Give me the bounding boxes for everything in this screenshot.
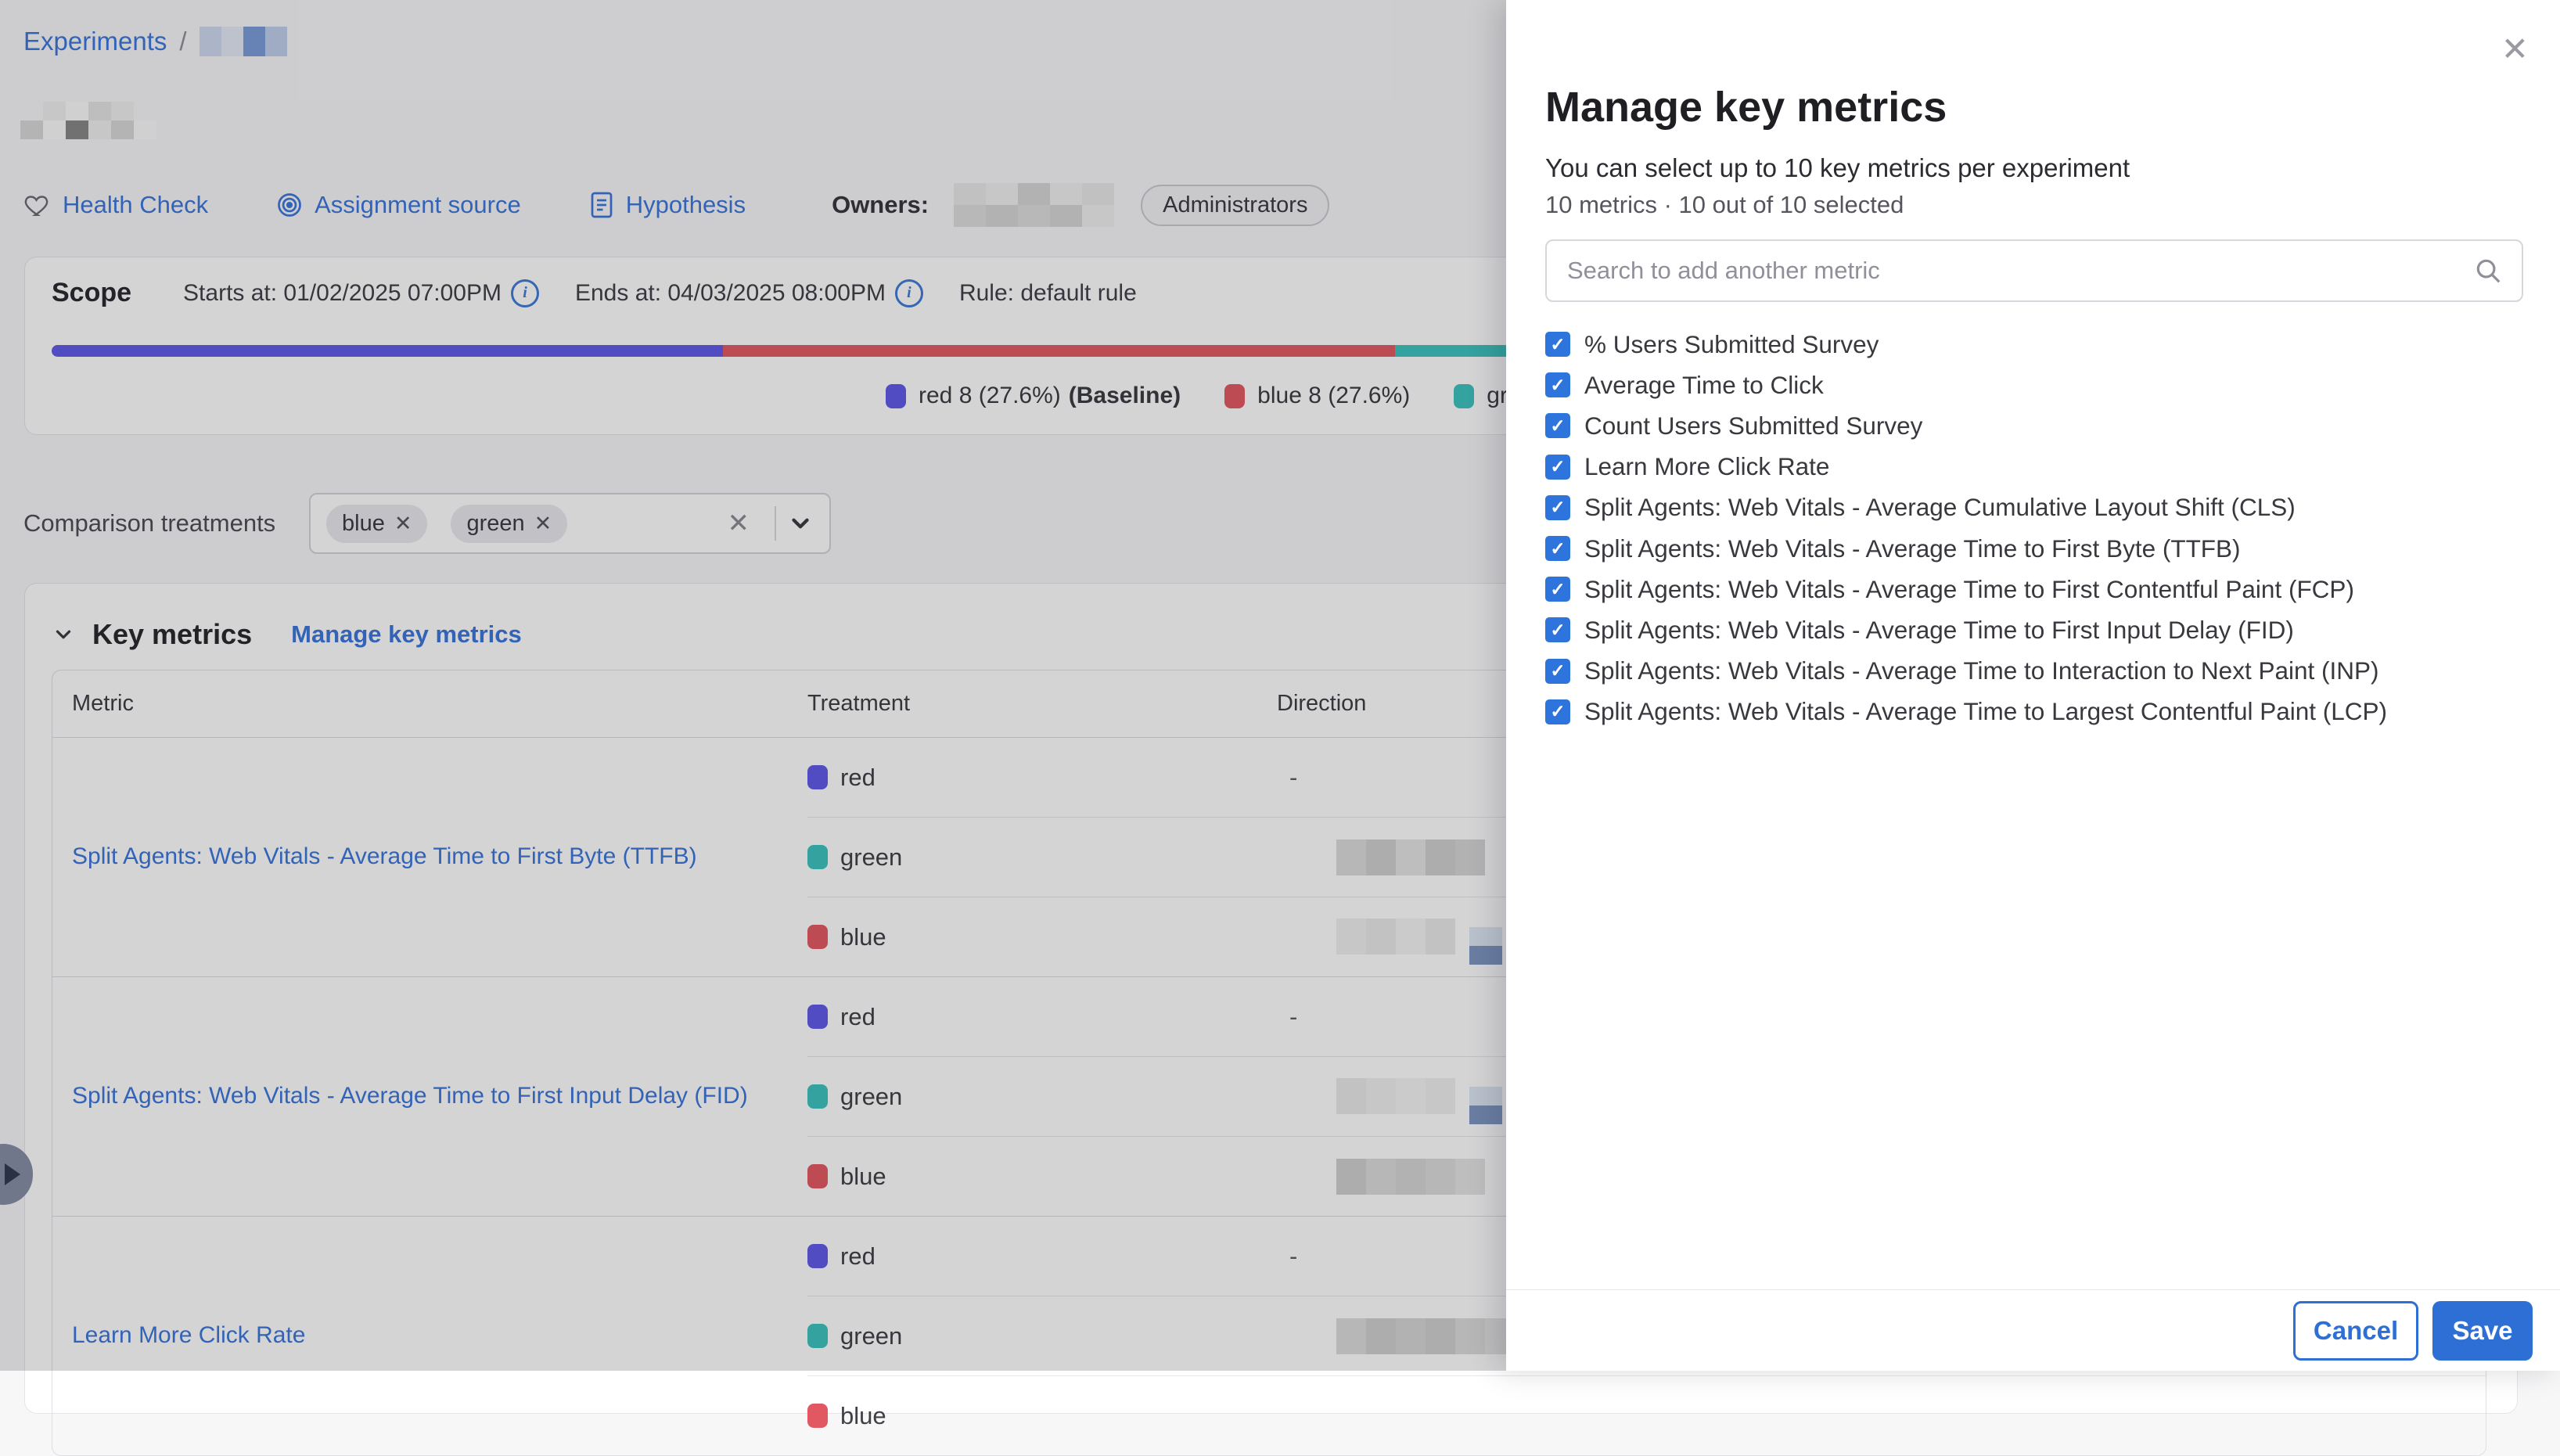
checkbox-checked-icon[interactable]: ✓ — [1545, 536, 1570, 561]
checkbox-checked-icon[interactable]: ✓ — [1545, 372, 1570, 397]
metric-checkbox-item[interactable]: ✓ Split Agents: Web Vitals - Average Tim… — [1545, 528, 2523, 569]
drawer-selection-count: 10 metrics · 10 out of 10 selected — [1545, 191, 1904, 219]
checkbox-checked-icon[interactable]: ✓ — [1545, 332, 1570, 357]
metric-search-box — [1545, 239, 2523, 302]
close-icon[interactable]: ✕ — [2501, 33, 2529, 66]
checkbox-checked-icon[interactable]: ✓ — [1545, 617, 1570, 642]
drawer-title: Manage key metrics — [1545, 83, 1947, 131]
checkbox-checked-icon[interactable]: ✓ — [1545, 413, 1570, 438]
metric-checkbox-item[interactable]: ✓ Split Agents: Web Vitals - Average Cum… — [1545, 487, 2523, 528]
treatment-row: blue — [807, 1375, 2486, 1455]
manage-key-metrics-drawer: ✕ Manage key metrics You can select up t… — [1506, 0, 2560, 1371]
drawer-footer: Cancel Save — [1506, 1289, 2560, 1371]
metric-checkbox-item[interactable]: ✓ Split Agents: Web Vitals - Average Tim… — [1545, 569, 2523, 609]
cancel-button[interactable]: Cancel — [2293, 1301, 2418, 1361]
metric-search-input[interactable] — [1547, 257, 2473, 285]
metric-checkbox-item[interactable]: ✓ Average Time to Click — [1545, 365, 2523, 405]
treatment-swatch — [807, 1404, 828, 1428]
metric-checkbox-item[interactable]: ✓ Count Users Submitted Survey — [1545, 405, 2523, 446]
metric-checkbox-item[interactable]: ✓ Learn More Click Rate — [1545, 447, 2523, 487]
drawer-subtitle: You can select up to 10 key metrics per … — [1545, 153, 2130, 183]
checkbox-checked-icon[interactable]: ✓ — [1545, 659, 1570, 684]
checkbox-checked-icon[interactable]: ✓ — [1545, 699, 1570, 724]
checkbox-checked-icon[interactable]: ✓ — [1545, 455, 1570, 480]
metric-checkbox-item[interactable]: ✓ Split Agents: Web Vitals - Average Tim… — [1545, 609, 2523, 650]
metric-checkbox-item[interactable]: ✓ Split Agents: Web Vitals - Average Tim… — [1545, 651, 2523, 692]
checkbox-checked-icon[interactable]: ✓ — [1545, 495, 1570, 520]
metric-checkbox-item[interactable]: ✓ % Users Submitted Survey — [1545, 324, 2523, 365]
checkbox-checked-icon[interactable]: ✓ — [1545, 577, 1570, 602]
save-button[interactable]: Save — [2432, 1301, 2533, 1361]
search-icon — [2473, 256, 2503, 286]
metric-checkbox-list: ✓ % Users Submitted Survey ✓ Average Tim… — [1545, 324, 2523, 732]
metric-checkbox-item[interactable]: ✓ Split Agents: Web Vitals - Average Tim… — [1545, 692, 2523, 732]
